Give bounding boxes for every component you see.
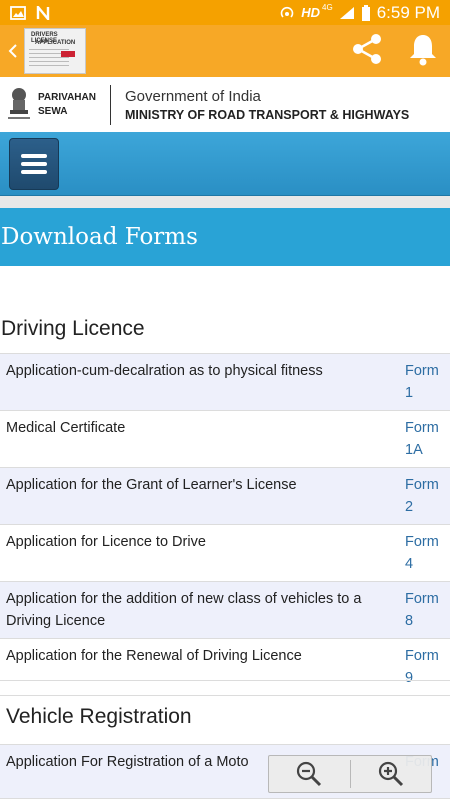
form-description: Application-cum-decalration as to physic… xyxy=(6,363,323,379)
signal-4g-label: 4G xyxy=(322,3,333,12)
table-row: Medical Certificate Form 1A xyxy=(0,411,450,468)
app-logo-text-2: APPLICATION xyxy=(35,40,76,46)
form-link[interactable]: Form 8 xyxy=(401,582,450,638)
notifications-button[interactable] xyxy=(408,32,438,71)
table-row: Application for the addition of new clas… xyxy=(0,582,450,639)
nav-bar xyxy=(0,132,450,196)
page-title-bar: Download Forms xyxy=(0,208,450,266)
menu-button[interactable] xyxy=(9,138,59,190)
table-row: Application for Licence to Drive Form 4 xyxy=(0,525,450,582)
battery-icon xyxy=(361,4,370,21)
app-bar: DRIVERS LICENSE APPLICATION xyxy=(0,25,450,77)
zoom-in-icon xyxy=(378,761,403,787)
form-link[interactable]: Form 1 xyxy=(401,354,450,410)
app-bar-actions xyxy=(350,32,438,71)
share-icon xyxy=(353,33,381,64)
hamburger-icon-line xyxy=(21,162,47,166)
image-notification-icon xyxy=(10,5,26,20)
signal-icon xyxy=(339,6,354,19)
driving-licence-table: Application-cum-decalration as to physic… xyxy=(0,353,450,696)
ministry-block: Government of India MINISTRY OF ROAD TRA… xyxy=(125,88,409,122)
form-description: Medical Certificate xyxy=(6,420,126,436)
share-button[interactable] xyxy=(350,32,384,71)
table-row: Application for the Grant of Learner's L… xyxy=(0,468,450,525)
section-title-vehicle-registration: Vehicle Registration xyxy=(6,705,192,728)
zoom-out-button[interactable] xyxy=(269,756,350,792)
status-time: 6:59 PM xyxy=(376,2,440,22)
hotspot-icon xyxy=(280,6,294,18)
app-logo-stamp xyxy=(61,51,75,57)
hamburger-icon-line xyxy=(21,170,47,174)
form-description: Application for Licence to Drive xyxy=(6,534,206,550)
form-link[interactable]: Form 2 xyxy=(401,468,450,524)
status-left xyxy=(10,5,50,20)
section-title-driving-licence: Driving Licence xyxy=(1,317,145,340)
parivahan-sewa-logo: PARIVAHAN SEWA xyxy=(38,91,96,119)
parivahan-text: PARIVAHAN xyxy=(38,91,96,103)
separator xyxy=(0,196,450,208)
form-link[interactable]: Form 4 xyxy=(401,525,450,581)
site-header: PARIVAHAN SEWA Government of India MINIS… xyxy=(0,77,450,132)
hamburger-icon xyxy=(21,154,47,158)
app-logo: DRIVERS LICENSE APPLICATION xyxy=(24,28,86,74)
header-divider xyxy=(109,84,111,125)
gov-of-india-text: Government of India xyxy=(124,87,261,105)
status-right: HD 4G 6:59 PM xyxy=(279,3,440,23)
form-description: Application for the Grant of Learner's L… xyxy=(6,477,297,493)
page-title: Download Forms xyxy=(1,224,198,250)
national-emblem-icon xyxy=(8,87,30,119)
bell-icon xyxy=(410,34,436,65)
form-link[interactable]: Form 1A xyxy=(401,411,450,467)
n-notification-icon xyxy=(36,5,50,20)
status-bar: HD 4G 6:59 PM xyxy=(0,0,450,25)
ministry-text: MINISTRY OF ROAD TRANSPORT & HIGHWAYS xyxy=(124,107,410,122)
form-description: Application for the addition of new clas… xyxy=(6,591,362,629)
network-label: HD xyxy=(301,5,321,20)
chevron-left-icon xyxy=(8,44,17,58)
zoom-out-icon xyxy=(297,761,322,787)
screen: HD 4G 6:59 PM DRIVERS LICENSE APPLICATIO… xyxy=(0,0,450,800)
sewa-text: SEWA xyxy=(38,105,68,117)
table-row: Application-cum-decalration as to physic… xyxy=(0,354,450,411)
zoom-in-button[interactable] xyxy=(351,756,432,792)
zoom-control xyxy=(268,755,432,793)
back-button[interactable] xyxy=(2,25,24,77)
